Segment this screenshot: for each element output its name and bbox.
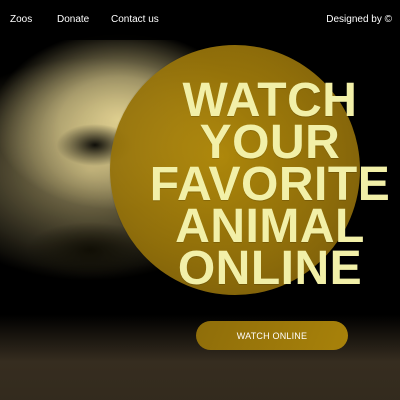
hero-headline: WATCH YOUR FAVORITE ANIMAL ONLINE bbox=[140, 77, 400, 295]
designer-credit-link[interactable]: Designed by © bbox=[326, 14, 392, 25]
nav-link-donate[interactable]: Donate bbox=[57, 14, 89, 25]
hero-section: WATCH YOUR FAVORITE ANIMAL ONLINE WATCH … bbox=[0, 0, 400, 400]
hero-headline-line: ONLINE bbox=[177, 242, 363, 295]
nav-link-zoos[interactable]: Zoos bbox=[10, 14, 32, 25]
nav-link-contact-us[interactable]: Contact us bbox=[111, 14, 159, 25]
watch-online-button[interactable]: WATCH ONLINE bbox=[196, 321, 348, 350]
top-nav: Zoos Donate Contact us Designed by © bbox=[0, 0, 400, 40]
